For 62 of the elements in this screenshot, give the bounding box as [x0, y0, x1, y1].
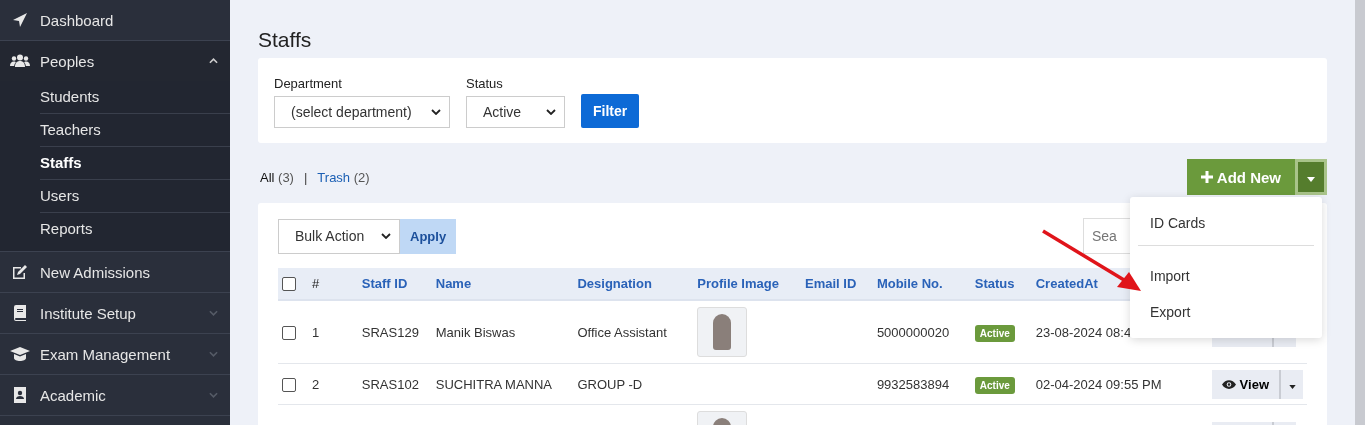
- menu-item[interactable]: Export: [1130, 294, 1322, 330]
- row-checkbox[interactable]: [282, 377, 296, 392]
- table-cell: 1: [311, 324, 320, 340]
- table-cell: Manik Biswas: [435, 324, 516, 340]
- column-header: Mobile No.: [876, 276, 943, 291]
- table-cell: 23-08-2024 08:4: [1035, 324, 1132, 340]
- edit-icon: [10, 264, 30, 280]
- table-cell: 5000000020: [876, 324, 950, 340]
- page-title: Staffs: [258, 28, 313, 52]
- status-badge: Active: [974, 324, 1015, 342]
- table-cell: 02-04-2024 09:55 PM: [1035, 376, 1162, 392]
- column-header: Designation: [577, 276, 652, 291]
- table-cell: SRAS129: [361, 324, 419, 340]
- view-link[interactable]: Trash (2): [317, 169, 370, 185]
- plus-icon: [1200, 171, 1213, 183]
- bulk-action-select[interactable]: Bulk Action: [278, 218, 400, 254]
- chevron-down-icon: [381, 233, 391, 239]
- field-label: Department: [274, 76, 343, 91]
- eye-icon: [1221, 379, 1236, 389]
- chevron-down-icon: [431, 109, 441, 115]
- field-label: Status: [466, 76, 504, 91]
- table-cell: GROUP -D: [577, 376, 643, 392]
- filter-button[interactable]: Filter: [581, 94, 640, 128]
- sidebar-subitem[interactable]: Reports: [40, 213, 230, 245]
- column-header: Profile Image: [697, 276, 779, 291]
- chevron-down-icon: [546, 109, 556, 115]
- table-cell: 9932583894: [876, 376, 950, 392]
- dropdown-toggle[interactable]: [1295, 159, 1327, 195]
- column-header: Name: [435, 276, 472, 291]
- column-header: Status: [974, 276, 1015, 291]
- users-icon: [10, 54, 30, 68]
- menu-item[interactable]: ID Cards: [1138, 205, 1314, 246]
- sidebar-subitem[interactable]: Users: [40, 180, 230, 213]
- row-checkbox[interactable]: [282, 325, 296, 340]
- table-cell: 2: [311, 376, 320, 392]
- column-header: CreatedAt: [1035, 276, 1098, 291]
- sidebar-subitem[interactable]: Staffs: [40, 147, 230, 180]
- sidebar-subitem[interactable]: Students: [40, 81, 230, 114]
- view-button[interactable]: View: [1211, 369, 1281, 399]
- table-cell: SRAS102: [361, 376, 419, 392]
- table-cell: Office Assistant: [577, 324, 667, 340]
- status-badge: Active: [974, 376, 1015, 394]
- column-header: #: [311, 276, 320, 291]
- sidebar-subitem[interactable]: Teachers: [40, 114, 230, 147]
- caret-icon: [1307, 176, 1315, 182]
- chevron-up-icon: [209, 58, 218, 64]
- chevron-down-icon: [209, 310, 218, 316]
- apply-button[interactable]: Apply: [400, 218, 457, 254]
- menu-item[interactable]: Import: [1130, 258, 1322, 294]
- chevron-down-icon: [209, 392, 218, 398]
- caret-icon: [1288, 384, 1296, 389]
- chevron-down-icon: [209, 351, 218, 357]
- status-select[interactable]: Active: [466, 96, 565, 128]
- department-select[interactable]: (select department): [274, 96, 450, 128]
- graduation-cap-icon: [10, 347, 30, 361]
- select-all-checkbox[interactable]: [282, 277, 296, 292]
- column-header: Email ID: [805, 276, 857, 291]
- view-link[interactable]: All (3): [260, 169, 294, 185]
- table-cell: SUCHITRA MANNA: [435, 376, 553, 392]
- dropdown-toggle[interactable]: [1281, 369, 1303, 399]
- separator: |: [303, 169, 308, 185]
- column-header: Staff ID: [361, 276, 408, 291]
